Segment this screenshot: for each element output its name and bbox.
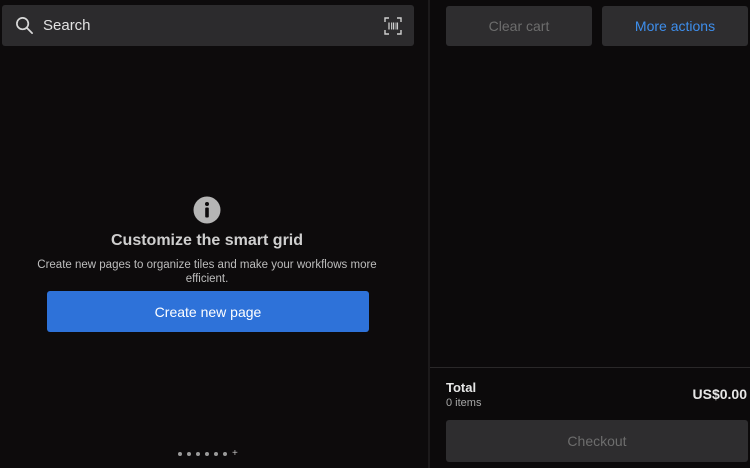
more-actions-button[interactable]: More actions — [602, 6, 748, 46]
page-dot[interactable] — [196, 452, 200, 456]
smart-grid-empty-state: Customize the smart grid Create new page… — [0, 196, 414, 286]
page-dot[interactable] — [178, 452, 182, 456]
cart-pane: Clear cart More actions Total 0 items US… — [430, 0, 750, 468]
page-indicator: + — [178, 449, 238, 459]
page-dot[interactable] — [214, 452, 218, 456]
add-page-icon[interactable]: + — [232, 449, 238, 459]
info-icon — [193, 196, 221, 224]
pos-register-screen: Customize the smart grid Create new page… — [0, 0, 750, 468]
clear-cart-button[interactable]: Clear cart — [446, 6, 592, 46]
page-dot[interactable] — [223, 452, 227, 456]
item-count: 0 items — [446, 397, 482, 409]
search-bar[interactable] — [2, 5, 414, 46]
smart-grid-pane: Customize the smart grid Create new page… — [0, 0, 428, 468]
checkout-button[interactable]: Checkout — [446, 420, 748, 462]
page-dot[interactable] — [205, 452, 209, 456]
page-dot[interactable] — [187, 452, 191, 456]
create-new-page-button[interactable]: Create new page — [47, 291, 369, 332]
barcode-scan-icon[interactable] — [384, 17, 402, 35]
total-label: Total — [446, 380, 477, 395]
search-icon — [16, 17, 33, 34]
totals-divider — [430, 367, 750, 368]
total-amount: US$0.00 — [692, 386, 747, 402]
empty-state-description: Create new pages to organize tiles and m… — [37, 259, 377, 285]
empty-state-title: Customize the smart grid — [110, 232, 304, 249]
search-input[interactable] — [43, 5, 363, 46]
